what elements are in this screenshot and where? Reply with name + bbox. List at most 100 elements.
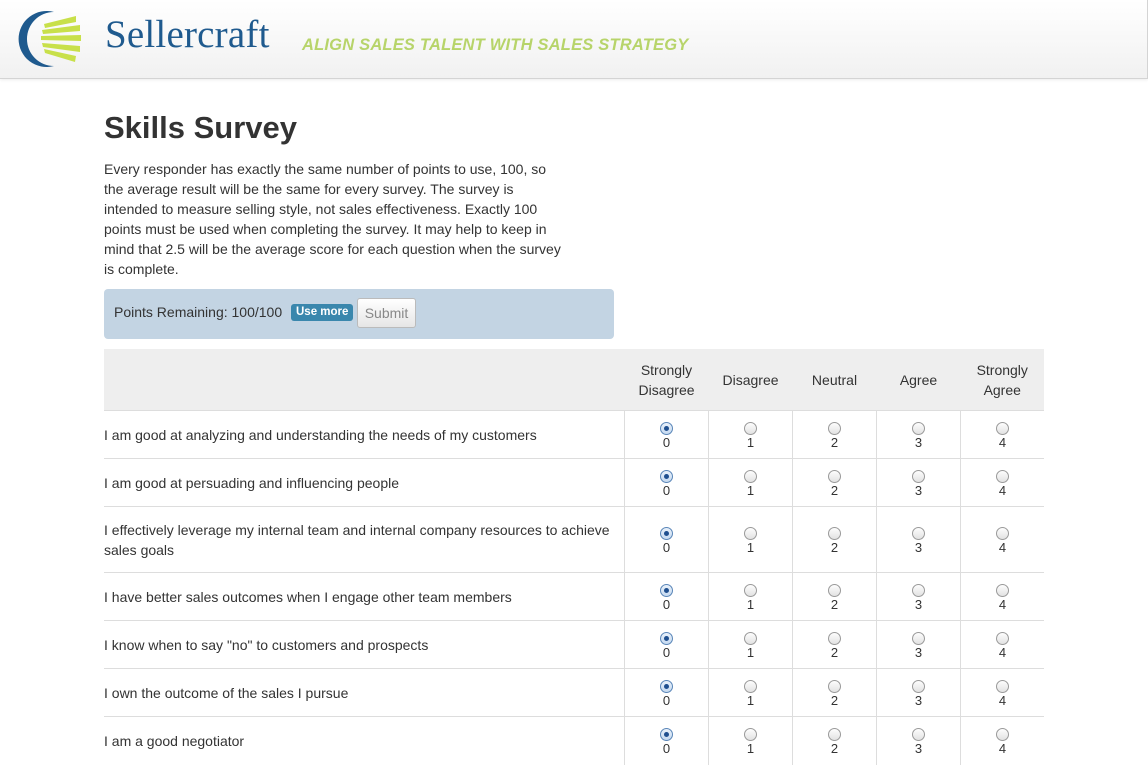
column-header: Strongly Agree [960,349,1044,411]
rating-radio-2[interactable] [828,631,841,645]
rating-radio-4[interactable] [996,526,1009,540]
column-agree: Agree [899,371,938,388]
rating-value-label: 4 [998,596,1007,612]
rating-radio-3[interactable] [912,469,925,483]
rating-radio-3[interactable] [912,526,925,540]
rating-radio-4[interactable] [996,421,1009,435]
rating-radio-3[interactable] [912,421,925,435]
rating-cell: 4 [960,410,1044,459]
rating-value-label: 4 [998,434,1007,450]
survey-row: I am a good negotiator 0 1 2 3 4 [104,716,1044,765]
rating-value-label: 3 [914,644,923,660]
brand-tagline: ALIGN SALES TALENT WITH SALES STRATEGY [302,36,689,54]
rating-radio-3[interactable] [912,631,925,645]
rating-value-label: 2 [830,596,839,612]
survey-row: I know when to say "no" to customers and… [104,620,1044,669]
rating-value-label: 1 [746,596,755,612]
use-more-badge: Use more [291,304,354,321]
rating-radio-3[interactable] [912,727,925,741]
survey-instructions: Every responder has exactly the same num… [104,161,561,277]
rating-value-label: 1 [746,482,755,498]
rating-cell: 0 [624,458,709,507]
rating-radio-4[interactable] [996,727,1009,741]
rating-value-label: 2 [830,434,839,450]
rating-radio-0[interactable] [660,526,673,540]
survey-row: I have better sales outcomes when I enga… [104,572,1044,621]
rating-radio-2[interactable] [828,469,841,483]
rating-radio-1[interactable] [744,727,757,741]
rating-radio-2[interactable] [828,421,841,435]
rating-cell: 3 [876,620,961,669]
rating-cell: 4 [960,572,1044,621]
rating-radio-1[interactable] [744,526,757,540]
survey-question: I am good at analyzing and understanding… [104,410,625,459]
rating-radio-4[interactable] [996,583,1009,597]
rating-value-label: 0 [662,539,671,555]
rating-value-label: 4 [998,692,1007,708]
rating-value-label: 1 [746,539,755,555]
rating-value-label: 3 [914,740,923,756]
rating-cell: 1 [708,458,793,507]
column-header: Strongly Disagree [624,349,709,411]
rating-cell: 3 [876,716,961,765]
survey-question: I effectively leverage my internal team … [104,506,625,573]
rating-cell: 2 [792,716,877,765]
rating-value-label: 4 [998,539,1007,555]
rating-cell: 2 [792,620,877,669]
rating-radio-0[interactable] [660,631,673,645]
column-disagree: Disagree [722,371,779,388]
rating-radio-1[interactable] [744,679,757,693]
rating-radio-0[interactable] [660,421,673,435]
rating-value-label: 1 [746,692,755,708]
rating-radio-0[interactable] [660,583,673,597]
rating-value-label: 2 [830,644,839,660]
rating-value-label: 2 [830,692,839,708]
rating-cell: 4 [960,458,1044,507]
rating-radio-4[interactable] [996,469,1009,483]
survey-row: I am good at persuading and influencing … [104,458,1044,507]
submit-button[interactable]: Submit [357,298,416,328]
sellercraft-logo-icon[interactable] [18,8,90,70]
rating-value-label: 1 [746,434,755,450]
rating-radio-2[interactable] [828,679,841,693]
rating-cell: 2 [792,506,877,573]
rating-radio-1[interactable] [744,631,757,645]
column-strongly-disagree: Strongly Disagree [638,361,695,398]
column-header: Disagree [708,349,793,411]
question-column-header [104,349,625,411]
rating-radio-0[interactable] [660,727,673,741]
rating-cell: 1 [708,716,793,765]
rating-value-label: 1 [746,644,755,660]
rating-value-label: 2 [830,740,839,756]
rating-cell: 0 [624,572,709,621]
rating-radio-0[interactable] [660,469,673,483]
rating-radio-2[interactable] [828,583,841,597]
rating-radio-1[interactable] [744,469,757,483]
rating-radio-3[interactable] [912,679,925,693]
rating-cell: 4 [960,668,1044,717]
rating-radio-2[interactable] [828,727,841,741]
rating-radio-1[interactable] [744,583,757,597]
rating-value-label: 4 [998,740,1007,756]
rating-radio-4[interactable] [996,679,1009,693]
rating-radio-0[interactable] [660,679,673,693]
rating-cell: 0 [624,506,709,573]
rating-cell: 0 [624,668,709,717]
rating-cell: 4 [960,716,1044,765]
survey-question: I am a good negotiator [104,716,625,765]
rating-radio-4[interactable] [996,631,1009,645]
rating-cell: 2 [792,572,877,621]
survey-table: Strongly Disagree Disagree Neutral Agree … [104,349,1044,765]
brand-name[interactable]: Sellercraft [105,12,270,57]
survey-body: I am good at analyzing and understanding… [104,410,1044,765]
rating-cell: 4 [960,506,1044,573]
rating-radio-3[interactable] [912,583,925,597]
rating-cell: 3 [876,668,961,717]
rating-radio-1[interactable] [744,421,757,435]
rating-radio-2[interactable] [828,526,841,540]
rating-value-label: 3 [914,482,923,498]
rating-value-label: 3 [914,692,923,708]
rating-value-label: 0 [662,596,671,612]
rating-cell: 2 [792,410,877,459]
rating-value-label: 4 [998,482,1007,498]
